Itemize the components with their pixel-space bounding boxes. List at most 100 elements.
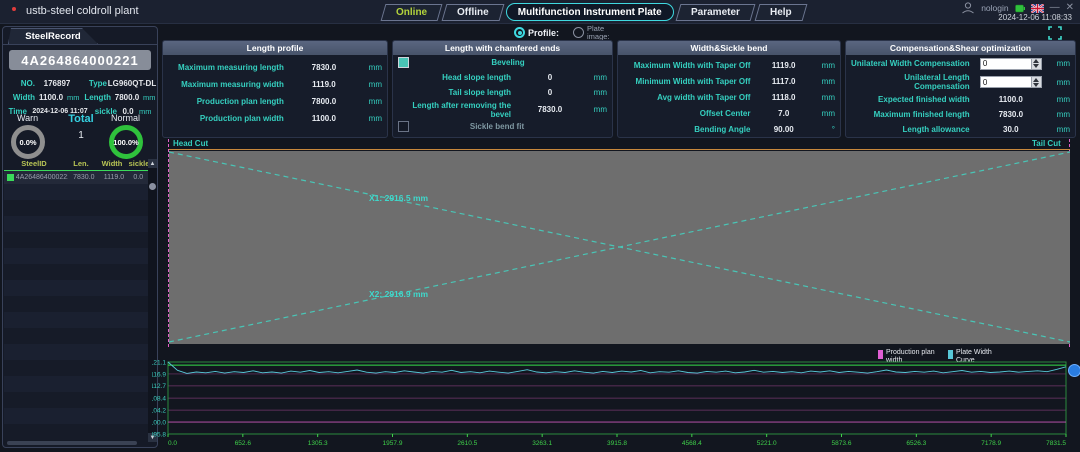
type-label: Type: [79, 79, 107, 88]
row-sickle: 0.0: [129, 174, 148, 181]
total-value: 1: [65, 130, 97, 141]
svg-text:1104.2: 1104.2: [152, 407, 166, 414]
param-row: Maximum measuring length 7830.0 mm: [163, 59, 387, 76]
head-cut-label: Head Cut: [173, 139, 208, 148]
svg-text:3263.1: 3263.1: [532, 440, 552, 447]
length-value: 7800.0: [111, 93, 143, 102]
scrollbar-thumb[interactable]: [149, 183, 156, 190]
tab-steelrecord[interactable]: SteelRecord: [8, 28, 98, 44]
param-row: Tail slope length 0 mm: [393, 85, 612, 100]
profile-radio[interactable]: Profile:: [514, 27, 559, 38]
param-row: Length after removing the bevel 7830.0 m…: [393, 100, 612, 119]
panel-title: Length profile: [163, 41, 387, 55]
x2-measurement-label: X2: 2916.9 mm: [369, 289, 429, 299]
status-square-icon: [7, 174, 14, 181]
unilateral-width-compensation-input[interactable]: [981, 59, 1031, 69]
empty-table-rows: [4, 184, 148, 440]
spin-down-icon[interactable]: [1032, 64, 1041, 69]
svg-text:1957.9: 1957.9: [383, 440, 403, 447]
row-steelid: 4A264864000221: [16, 174, 68, 181]
close-button[interactable]: ✕: [1066, 3, 1074, 13]
title-bar: ustb-steel coldroll plant Online Offline…: [0, 0, 1080, 24]
tab-parameter[interactable]: Parameter: [675, 4, 755, 21]
normal-gauge-value: 100.0%: [113, 138, 138, 147]
svg-text:7831.5: 7831.5: [1046, 440, 1066, 447]
chart-info-button[interactable]: [1068, 364, 1080, 377]
svg-text:1095.8: 1095.8: [152, 431, 166, 438]
radio-selected-icon: [514, 27, 525, 38]
svg-text:0.0: 0.0: [168, 440, 177, 447]
tab-help[interactable]: Help: [754, 4, 807, 21]
current-steel-id: 4A264864000221: [9, 50, 151, 70]
width-unit: mm: [67, 93, 81, 102]
panel-length-profile: Length profile Maximum measuring length …: [162, 40, 388, 138]
steel-table-header: SteelID Len. Width sickle: [3, 159, 151, 170]
table-row[interactable]: 4A264864000221 7830.0 1119.0 0.0: [4, 171, 148, 184]
svg-text:1116.9: 1116.9: [152, 371, 166, 378]
normal-gauge: 100.0%: [109, 125, 143, 159]
beveling-row: Beveling: [393, 55, 612, 70]
scroll-up-icon[interactable]: ▲: [148, 159, 157, 168]
row-len: 7830.0: [68, 174, 99, 181]
param-row: Minimum Width with Taper Off 1117.0 mm: [618, 73, 840, 89]
app-title: ustb-steel coldroll plant: [26, 5, 139, 17]
tail-cut-label: Tail Cut: [1032, 139, 1061, 148]
beveling-label: Beveling: [409, 58, 607, 67]
svg-text:2610.5: 2610.5: [457, 440, 477, 447]
col-len: Len.: [65, 159, 97, 170]
param-row: Expected finished width 1100.0 mm: [846, 92, 1075, 107]
panel-chamfered-ends: Length with chamfered ends Beveling Head…: [392, 40, 613, 138]
profile-radio-label: Profile:: [528, 28, 559, 38]
panel-compensation-shear: Compensation&Shear optimization Unilater…: [845, 40, 1076, 138]
param-row: Bending Angle 90.00 °: [618, 121, 840, 137]
svg-text:1100.0: 1100.0: [152, 419, 166, 426]
user-icon: [961, 2, 975, 14]
width-value: 1100.0: [35, 93, 67, 102]
panel-title: Width&Sickle bend: [618, 41, 840, 55]
minimize-button[interactable]: —: [1050, 3, 1060, 13]
svg-text:6526.3: 6526.3: [906, 440, 926, 447]
warn-gauge-label: Warn: [17, 113, 38, 123]
col-steelid: SteelID: [3, 159, 65, 170]
no-label: NO.: [5, 79, 35, 88]
spin-down-icon[interactable]: [1032, 82, 1041, 87]
param-row: Maximum Width with Taper Off 1119.0 mm: [618, 57, 840, 73]
fullscreen-icon[interactable]: [1048, 26, 1062, 40]
svg-text:652.6: 652.6: [235, 440, 252, 447]
svg-text:3915.8: 3915.8: [607, 440, 627, 447]
sickle-bend-fit-checkbox[interactable]: [398, 121, 409, 132]
svg-text:1108.4: 1108.4: [152, 395, 166, 402]
normal-gauge-label: Normal: [111, 113, 140, 123]
svg-text:7178.9: 7178.9: [981, 440, 1001, 447]
length-unit: mm: [143, 93, 157, 102]
tab-offline[interactable]: Offline: [442, 4, 505, 21]
unilateral-length-compensation-input[interactable]: [981, 77, 1031, 87]
plate-width-chart: 1095.81100.01104.21108.41112.71116.91121…: [152, 356, 1070, 450]
input-row: Unilateral Length Compensation mm: [846, 72, 1075, 92]
sickle-fit-row: Sickle bend fit: [393, 119, 612, 133]
param-row: Maximum measuring width 1119.0 mm: [163, 76, 387, 93]
panel-width-sickle-bend: Width&Sickle bend Maximum Width with Tap…: [617, 40, 841, 138]
horizontal-scrollbar[interactable]: [7, 441, 137, 445]
clock: 2024-12-06 11:08:33: [998, 13, 1072, 22]
beveling-checkbox[interactable]: [398, 57, 409, 68]
divider: [3, 44, 157, 45]
sickle-bend-fit-label: Sickle bend fit: [409, 122, 585, 131]
steel-record-panel: SteelRecord 4A264864000221 NO. 176897 Ty…: [2, 26, 158, 448]
no-value: 176897: [35, 79, 79, 88]
warn-gauge: 0.0%: [11, 125, 45, 159]
input-row: Unilateral Width Compensation mm: [846, 55, 1075, 72]
battery-icon: [1015, 4, 1025, 13]
tab-online[interactable]: Online: [381, 4, 443, 21]
svg-text:4568.4: 4568.4: [682, 440, 702, 447]
param-row: Maximum finished length 7830.0 mm: [846, 107, 1075, 122]
plate-top-edge-line: [169, 149, 1070, 150]
param-row: Avg width with Taper Off 1118.0 mm: [618, 89, 840, 105]
param-row: Production plan length 7800.0 mm: [163, 93, 387, 110]
tab-multifunction-instrument-plate[interactable]: Multifunction Instrument Plate: [506, 3, 674, 21]
param-row: Production plan width 1100.0 mm: [163, 110, 387, 127]
plate-image-radio[interactable]: Plate image:: [573, 25, 617, 41]
language-flag-icon[interactable]: [1031, 4, 1044, 13]
length-label: Length: [81, 93, 111, 102]
info-row-no-type: NO. 176897 Type LG960QT-DL: [5, 77, 157, 89]
